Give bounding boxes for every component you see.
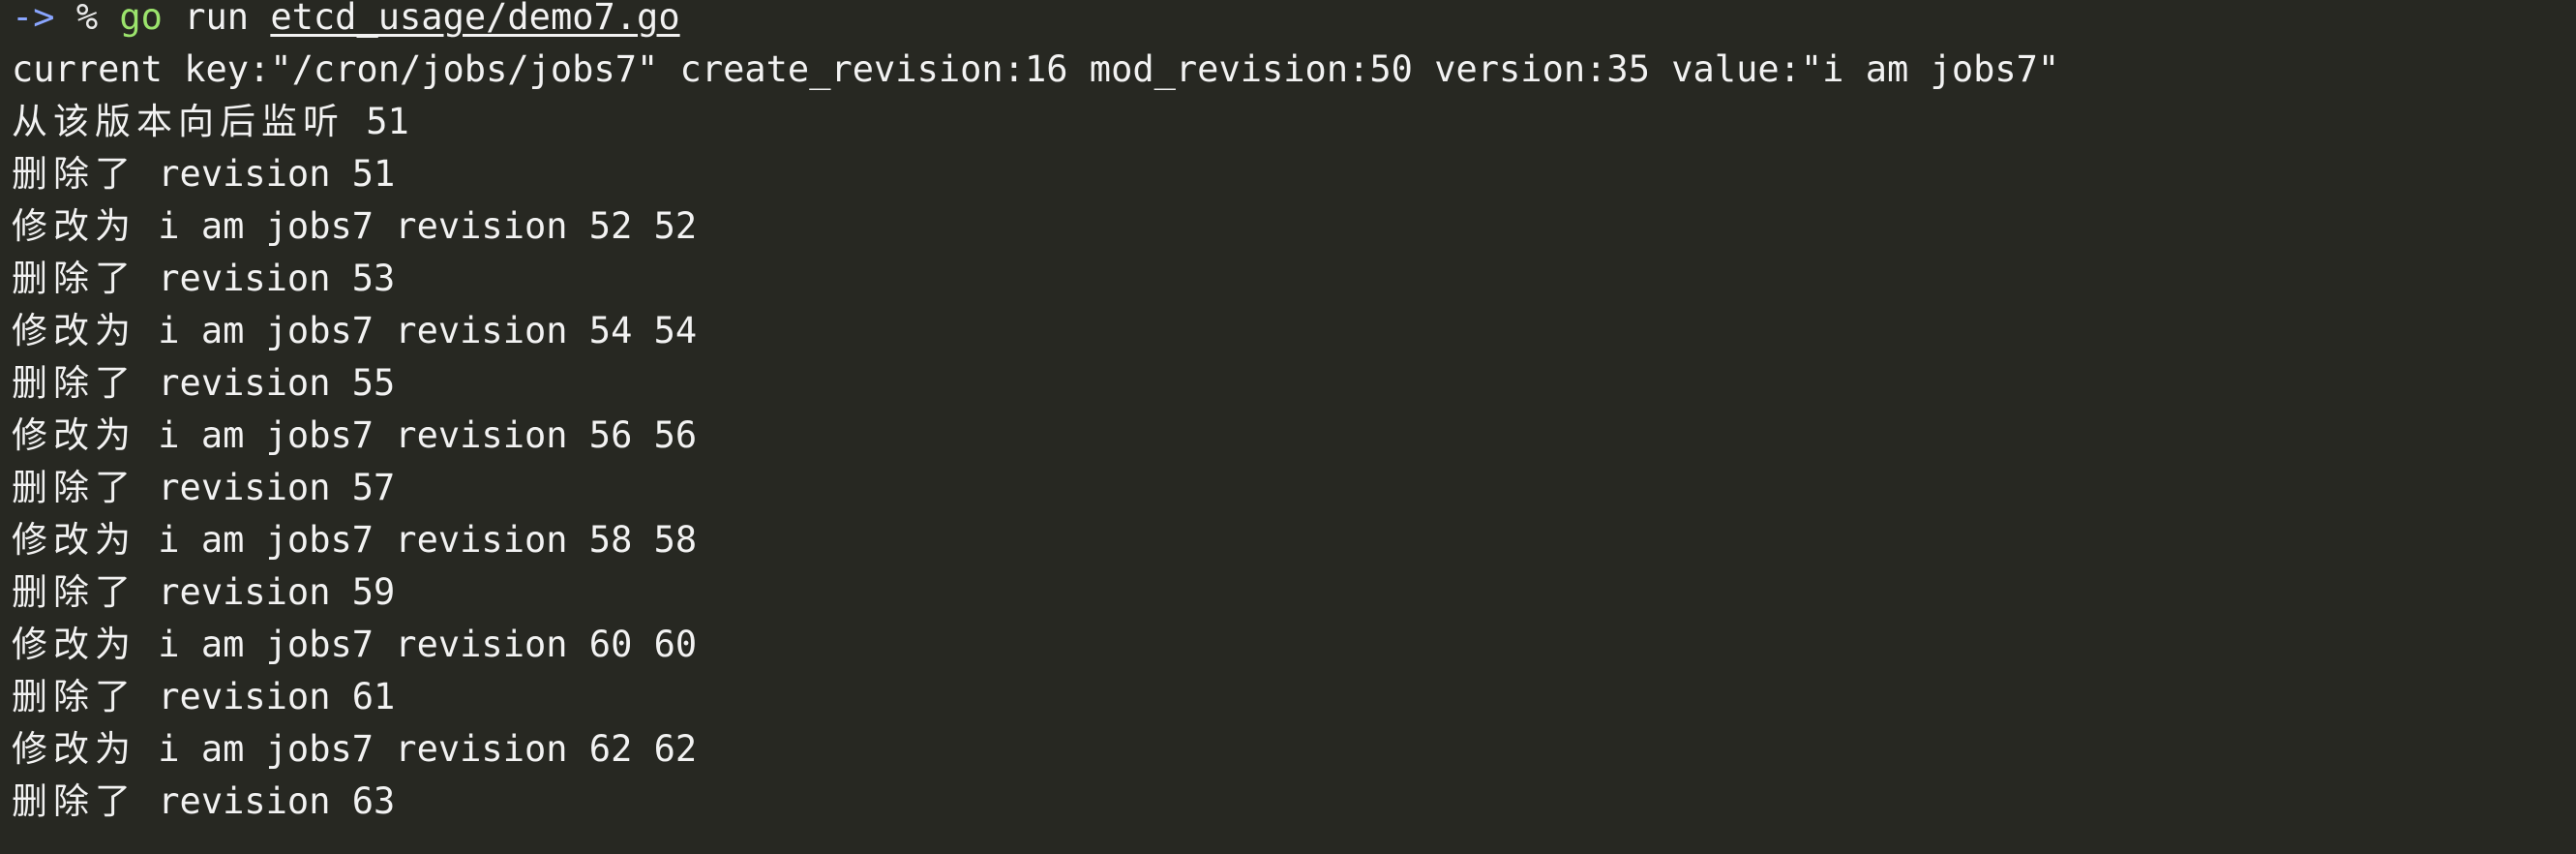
output-prefix: 从该版本向后监听 bbox=[12, 101, 344, 142]
output-prefix: 删除了 bbox=[12, 153, 136, 195]
output-prefix: 删除了 bbox=[12, 571, 136, 613]
prompt-arrow: -> bbox=[12, 0, 55, 38]
output-line: 删除了 revision 61 bbox=[12, 671, 2576, 723]
output-line: 修改为 i am jobs7 revision 56 56 bbox=[12, 410, 2576, 462]
output-line: 删除了 revision 55 bbox=[12, 357, 2576, 410]
output-line: current key:"/cron/jobs/jobs7" create_re… bbox=[12, 48, 2060, 90]
output-line: 删除了 revision 57 bbox=[12, 462, 2576, 514]
output-line: 删除了 revision 63 bbox=[12, 776, 2576, 828]
output-text: i am jobs7 revision 52 52 bbox=[136, 205, 698, 247]
output-line: 修改为 i am jobs7 revision 58 58 bbox=[12, 514, 2576, 566]
output-prefix: 删除了 bbox=[12, 676, 136, 717]
output-prefix: 删除了 bbox=[12, 258, 136, 299]
command-subcommand: run bbox=[184, 0, 250, 38]
output-prefix: 修改为 bbox=[12, 205, 136, 247]
output-text: i am jobs7 revision 62 62 bbox=[136, 728, 698, 770]
command-name: go bbox=[119, 0, 163, 38]
output-line: 修改为 i am jobs7 revision 62 62 bbox=[12, 723, 2576, 776]
output-prefix: 修改为 bbox=[12, 414, 136, 456]
output-prefix: 删除了 bbox=[12, 467, 136, 508]
output-line: 修改为 i am jobs7 revision 60 60 bbox=[12, 619, 2576, 671]
terminal-window[interactable]: -> % go run etcd_usage/demo7.go current … bbox=[0, 0, 2576, 854]
output-prefix: 修改为 bbox=[12, 310, 136, 351]
output-text: i am jobs7 revision 54 54 bbox=[136, 310, 698, 351]
output-text: i am jobs7 revision 56 56 bbox=[136, 414, 698, 456]
command-file-path[interactable]: etcd_usage/demo7.go bbox=[270, 0, 679, 38]
output-line: 修改为 i am jobs7 revision 54 54 bbox=[12, 305, 2576, 357]
output-text: revision 59 bbox=[136, 571, 396, 613]
output-line: 删除了 revision 51 bbox=[12, 148, 2576, 200]
output-text: i am jobs7 revision 60 60 bbox=[136, 624, 698, 665]
output-line: 从该版本向后监听 51 bbox=[12, 96, 2576, 148]
output-text: revision 55 bbox=[136, 362, 396, 404]
output-line: 删除了 revision 53 bbox=[12, 253, 2576, 305]
prompt-line: -> % go run etcd_usage/demo7.go bbox=[12, 0, 2576, 44]
output-text: revision 51 bbox=[136, 153, 396, 195]
output-text: revision 53 bbox=[136, 258, 396, 299]
output-line: 删除了 revision 59 bbox=[12, 566, 2576, 619]
output-prefix: 删除了 bbox=[12, 780, 136, 822]
output-text: revision 61 bbox=[136, 676, 396, 717]
output-text: 51 bbox=[344, 101, 409, 142]
output-prefix: 修改为 bbox=[12, 519, 136, 561]
output-prefix: 修改为 bbox=[12, 624, 136, 665]
output-prefix: 删除了 bbox=[12, 362, 136, 404]
output-text: i am jobs7 revision 58 58 bbox=[136, 519, 698, 561]
output-prefix: 修改为 bbox=[12, 728, 136, 770]
prompt-symbol: % bbox=[75, 0, 99, 38]
output-line: 修改为 i am jobs7 revision 52 52 bbox=[12, 200, 2576, 253]
output-text: revision 57 bbox=[136, 467, 396, 508]
output-text: revision 63 bbox=[136, 780, 396, 822]
